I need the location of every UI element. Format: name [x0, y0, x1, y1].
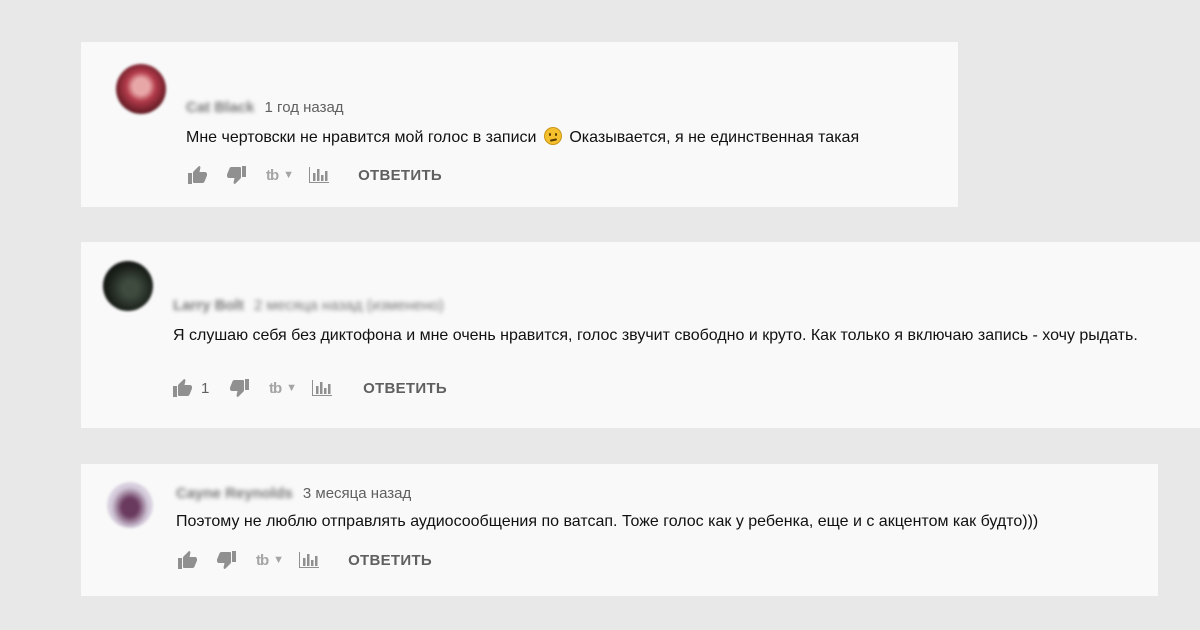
reply-button[interactable]: ОТВЕТИТЬ [348, 552, 432, 569]
thumbs-down-icon[interactable] [229, 379, 251, 397]
thumbs-up-icon[interactable] [186, 166, 208, 184]
comment-card: Larry Bolt 2 месяца назад (изменено) Я с… [81, 242, 1200, 428]
bar-chart-icon[interactable] [308, 167, 330, 183]
bar-chart-icon[interactable] [298, 552, 320, 568]
edited-label: (изменено) [366, 297, 444, 314]
comment-card: Cayne Reynolds 3 месяца назад Поэтому не… [81, 464, 1158, 596]
comment-text-part: Оказывается, я не единственная такая [569, 129, 860, 146]
thumbs-up-icon[interactable] [171, 379, 193, 397]
thumbs-up-icon[interactable] [176, 551, 198, 569]
donate-label: tb [266, 166, 279, 184]
comment-meta: Cayne Reynolds 3 месяца назад [176, 485, 411, 502]
avatar[interactable] [107, 482, 153, 528]
comment-time[interactable]: 2 месяца назад [254, 297, 362, 314]
avatar[interactable] [103, 261, 153, 311]
comment-text: Я слушаю себя без диктофона и мне очень … [173, 327, 1138, 344]
donate-menu[interactable]: tb ▼ [266, 167, 294, 184]
donate-menu[interactable]: tb ▼ [256, 552, 284, 569]
comment-meta: Larry Bolt 2 месяца назад (изменено) [173, 297, 444, 314]
reply-button[interactable]: ОТВЕТИТЬ [363, 380, 447, 397]
donate-label: tb [256, 551, 269, 569]
donate-menu[interactable]: tb ▼ [269, 380, 297, 397]
comment-text: Мне чертовски не нравится мой голос в за… [186, 125, 946, 151]
comment-text: Поэтому не люблю отправлять аудиосообщен… [176, 513, 1039, 530]
chevron-down-icon: ▼ [286, 382, 298, 394]
comment-actions: 1 tb ▼ ОТВЕТИТЬ [171, 376, 447, 400]
chevron-down-icon: ▼ [273, 554, 285, 566]
comment-time[interactable]: 1 год назад [265, 99, 344, 116]
confused-face-icon [543, 127, 562, 145]
comment-card: Cat Black 1 год назад Мне чертовски не н… [81, 42, 958, 207]
comment-actions: tb ▼ ОТВЕТИТЬ [176, 548, 432, 572]
author-name[interactable]: Larry Bolt [173, 297, 244, 314]
comment-meta: Cat Black 1 год назад [186, 99, 344, 116]
reply-button[interactable]: ОТВЕТИТЬ [358, 167, 442, 184]
author-name[interactable]: Cat Black [186, 99, 254, 116]
donate-label: tb [269, 379, 282, 397]
bar-chart-icon[interactable] [311, 380, 333, 396]
chevron-down-icon: ▼ [283, 169, 295, 181]
comment-time[interactable]: 3 месяца назад [303, 485, 411, 502]
thumbs-down-icon[interactable] [216, 551, 238, 569]
comment-actions: tb ▼ ОТВЕТИТЬ [186, 163, 442, 187]
author-name[interactable]: Cayne Reynolds [176, 485, 293, 502]
thumbs-down-icon[interactable] [226, 166, 248, 184]
avatar[interactable] [116, 64, 166, 114]
comment-text-part: Мне чертовски не нравится мой голос в за… [186, 129, 537, 146]
like-count: 1 [201, 379, 210, 397]
